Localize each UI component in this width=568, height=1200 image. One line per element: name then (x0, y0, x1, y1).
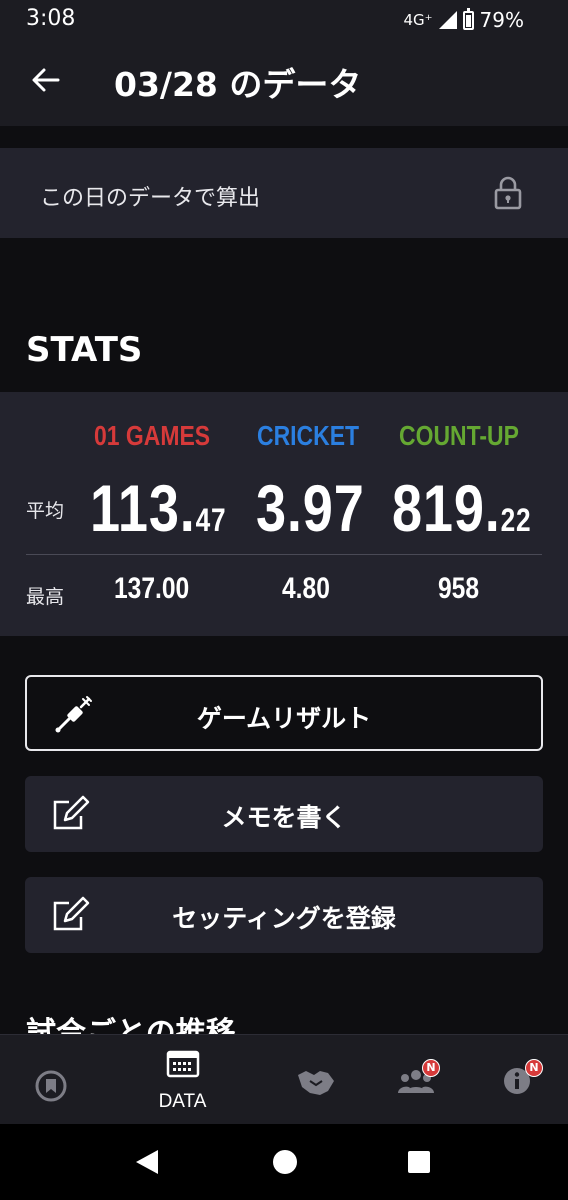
average-01-games: 113.47 (90, 470, 226, 546)
battery-level: 79% (479, 8, 524, 32)
battery-icon (462, 7, 474, 30)
lock-icon[interactable] (494, 176, 522, 210)
section-heading-trend: 試合ごとの推移 (26, 1016, 236, 1036)
stats-divider (26, 554, 542, 555)
stats-heading: STATS (26, 330, 143, 370)
home-badge-icon (35, 1070, 67, 1102)
average-label: 平均 (26, 500, 65, 522)
nav-recents-icon[interactable] (408, 1151, 430, 1173)
status-bar: 3:08 4G⁺ 79% (0, 0, 568, 40)
info-badge: N (525, 1059, 543, 1077)
back-arrow-icon[interactable] (28, 62, 64, 98)
nav-back-icon[interactable] (136, 1150, 158, 1174)
column-header-cricket: CRICKET (257, 420, 360, 451)
average-01-games-dec: 47 (195, 502, 227, 538)
column-header-count-up: COUNT-UP (399, 420, 519, 451)
max-cricket: 4.80 (282, 572, 330, 605)
max-count-up: 958 (438, 572, 480, 605)
register-setting-button[interactable]: セッティングを登録 (25, 877, 543, 953)
write-memo-button[interactable]: メモを書く (25, 776, 543, 852)
average-cricket-int: 3.97 (256, 471, 365, 545)
calc-option-row[interactable]: この日のデータで算出 (0, 148, 568, 238)
average-01-games-int: 113. (90, 471, 196, 545)
column-header-01-games: 01 GAMES (94, 420, 211, 451)
tab-info[interactable]: N (455, 1035, 568, 1125)
max-01-games: 137.00 (114, 572, 190, 605)
average-count-up-dec: 22 (500, 502, 532, 538)
nav-home-icon[interactable] (273, 1150, 297, 1174)
friends-badge: N (422, 1059, 440, 1077)
tab-data[interactable]: DATA (126, 1035, 239, 1125)
system-navigation-bar (0, 1124, 568, 1200)
average-count-up: 819.22 (392, 470, 531, 546)
write-memo-label: メモを書く (221, 803, 347, 832)
game-result-label: ゲームリザルト (196, 704, 372, 733)
signal-icon (438, 11, 457, 29)
network-type: 4G⁺ (403, 11, 433, 29)
status-time: 3:08 (26, 6, 76, 31)
handshake-icon (298, 1071, 334, 1095)
game-result-button[interactable]: ゲームリザルト (25, 675, 543, 751)
calc-option-label: この日のデータで算出 (40, 186, 261, 211)
tab-home[interactable] (0, 1035, 113, 1125)
max-label: 最高 (26, 586, 65, 608)
bottom-tab-bar: DATA N N (0, 1034, 568, 1124)
register-setting-label: セッティングを登録 (172, 904, 396, 933)
status-icons: 4G⁺ 79% (403, 7, 524, 32)
average-count-up-int: 819. (392, 471, 501, 545)
app-bar: 03/28 のデータ (0, 40, 568, 126)
page-title: 03/28 のデータ (114, 65, 362, 104)
average-cricket: 3.97 (256, 470, 365, 546)
stats-card: 01 GAMES CRICKET COUNT-UP 平均 113.47 3.97… (0, 392, 568, 636)
tab-match[interactable] (260, 1035, 373, 1125)
tab-data-label: DATA (158, 1091, 207, 1112)
calendar-icon (166, 1050, 200, 1078)
